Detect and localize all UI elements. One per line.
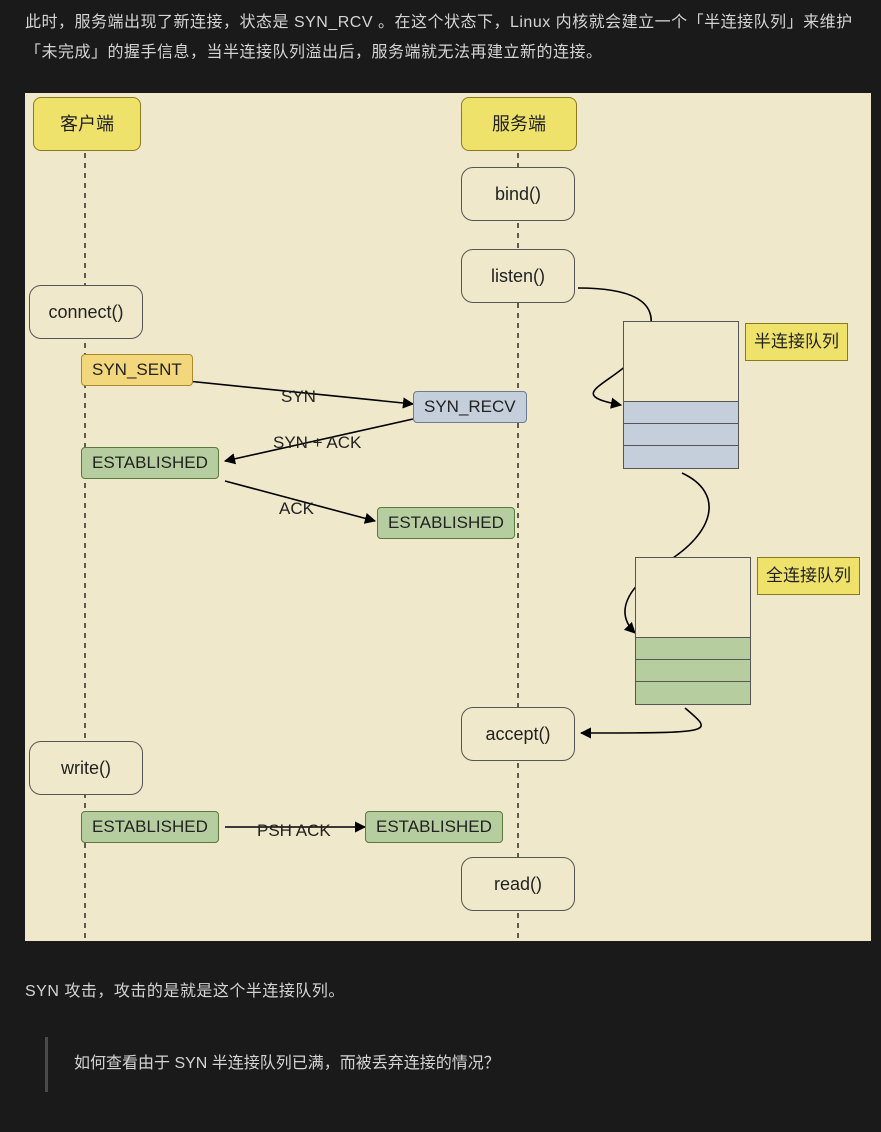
article-body: 此时，服务端出现了新连接，状态是 SYN_RCV 。在这个状态下，Linux 内… [0, 0, 881, 1132]
half-queue-label: 半连接队列 [745, 323, 848, 361]
connect-call: connect() [29, 285, 143, 339]
full-connect-queue [635, 557, 751, 705]
state-syn-sent: SYN_SENT [81, 354, 193, 386]
state-established-client-1: ESTABLISHED [81, 447, 219, 479]
read-call: read() [461, 857, 575, 911]
msg-psh-ack: PSH ACK [257, 815, 331, 847]
full-queue-label: 全连接队列 [757, 557, 860, 595]
quote-text: 如何查看由于 SYN 半连接队列已满，而被丢弃连接的情况？ [74, 1055, 500, 1072]
half-connect-queue [623, 321, 739, 469]
intro-paragraph: 此时，服务端出现了新连接，状态是 SYN_RCV 。在这个状态下，Linux 内… [25, 8, 856, 69]
state-syn-recv: SYN_RECV [413, 391, 527, 423]
client-header: 客户端 [33, 97, 141, 151]
msg-syn: SYN [281, 381, 316, 413]
block-quote: 如何查看由于 SYN 半连接队列已满，而被丢弃连接的情况？ [45, 1037, 856, 1091]
accept-call: accept() [461, 707, 575, 761]
bind-call: bind() [461, 167, 575, 221]
msg-syn-ack: SYN + ACK [273, 427, 361, 459]
state-established-server-2: ESTABLISHED [365, 811, 503, 843]
server-header: 服务端 [461, 97, 577, 151]
write-call: write() [29, 741, 143, 795]
state-established-client-2: ESTABLISHED [81, 811, 219, 843]
after-diagram-paragraph: SYN 攻击，攻击的是就是这个半连接队列。 [25, 977, 856, 1007]
listen-call: listen() [461, 249, 575, 303]
tcp-handshake-diagram: 客户端 服务端 bind() listen() connect() SYN_SE… [25, 93, 871, 941]
state-established-server-1: ESTABLISHED [377, 507, 515, 539]
msg-ack: ACK [279, 493, 314, 525]
